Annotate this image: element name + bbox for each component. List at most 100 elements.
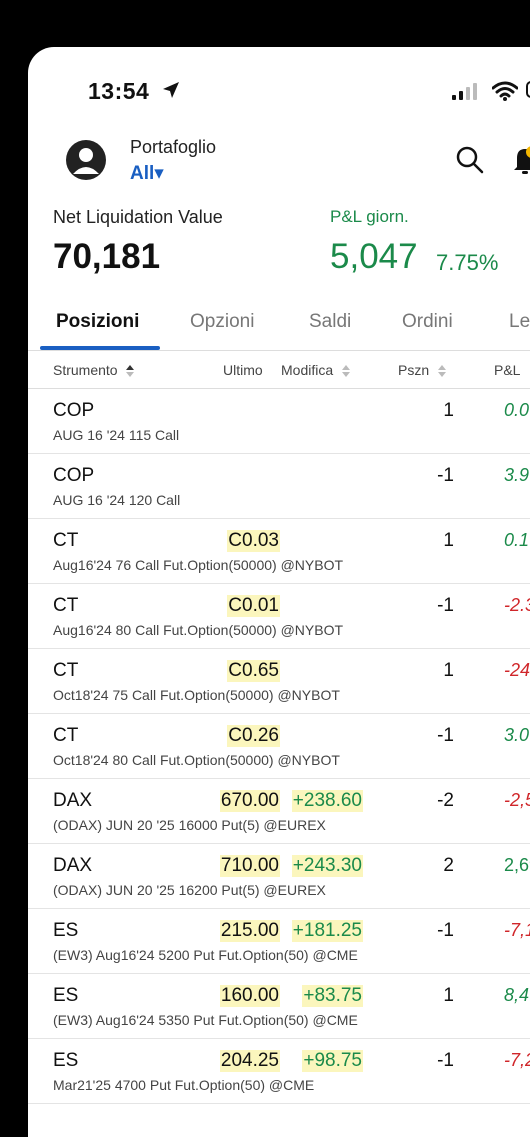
position-quantity: -1 <box>437 465 454 486</box>
positions-list: COP AUG 16 '24 115 Call 1 0.0 COP AUG 16 '24 … <box>28 389 530 1104</box>
position-quantity: -1 <box>437 725 454 746</box>
position-description: Aug16'24 80 Call Fut.Option(50000) @NYBO… <box>53 622 344 638</box>
position-row[interactable]: ES Mar21'25 4700 Put Fut.Option(50) @CME -… <box>28 1039 530 1104</box>
position-pnl: 8,46 <box>504 985 530 1005</box>
position-symbol: CT <box>53 725 79 746</box>
status-bar: 13:54 <box>28 47 530 135</box>
position-last-price: 710.00 <box>219 855 280 877</box>
column-instrument-label: Strumento <box>53 362 118 378</box>
position-symbol: COP <box>53 465 95 486</box>
status-time: 13:54 <box>88 78 150 104</box>
tab-orders[interactable]: Ordini <box>402 311 453 333</box>
position-symbol: ES <box>53 1050 79 1071</box>
column-pnl[interactable]: P&L <box>494 362 520 378</box>
position-row[interactable]: CT Oct18'24 80 Call Fut.Option(50000) @NY… <box>28 714 530 779</box>
column-position[interactable]: Pszn <box>398 362 447 378</box>
column-last[interactable]: Ultimo <box>223 362 263 378</box>
position-pnl: -7,18 <box>504 920 530 940</box>
position-quantity: 1 <box>443 400 454 421</box>
sort-icon <box>438 365 447 378</box>
position-symbol: ES <box>53 985 79 1006</box>
position-last-price: C0.03 <box>227 530 280 552</box>
position-pnl: 0.0 <box>504 400 530 420</box>
position-last-price: C0.01 <box>227 595 280 617</box>
portfolio-label: Portafoglio <box>130 137 217 157</box>
tab-balances[interactable]: Saldi <box>309 311 351 333</box>
position-last-price: 204.25 <box>219 1050 280 1072</box>
app-screen: 13:54 Portafoglio All▾ Net Liquidation V… <box>28 47 530 1137</box>
portfolio-dropdown[interactable]: All▾ <box>130 162 164 185</box>
daily-pnl-value: 5,047 <box>330 237 418 276</box>
position-row[interactable]: ES (EW3) Aug16'24 5350 Put Fut.Option(50)… <box>28 974 530 1039</box>
position-change: +83.75 <box>302 985 363 1007</box>
wifi-icon <box>492 81 518 101</box>
position-last-price: 670.00 <box>219 790 280 812</box>
sort-icon <box>342 365 351 378</box>
position-pnl: -2,58 <box>504 790 530 810</box>
position-pnl: 3.0 <box>504 725 530 745</box>
position-row[interactable]: CT Aug16'24 76 Call Fut.Option(50000) @NY… <box>28 519 530 584</box>
position-pnl: -2.3 <box>504 595 530 615</box>
column-change-label: Modifica <box>281 362 334 378</box>
daily-pnl-percent: 7.75% <box>436 250 499 275</box>
column-instrument[interactable]: Strumento <box>53 362 135 378</box>
sort-asc-icon <box>126 365 135 378</box>
position-change: +238.60 <box>291 790 363 812</box>
position-description: Mar21'25 4700 Put Fut.Option(50) @CME <box>53 1077 315 1093</box>
search-icon[interactable] <box>455 145 485 175</box>
position-symbol: ES <box>53 920 79 941</box>
position-quantity: -1 <box>437 1050 454 1071</box>
position-row[interactable]: DAX (ODAX) JUN 20 '25 16000 Put(5) @EUREX… <box>28 779 530 844</box>
position-symbol: COP <box>53 400 95 421</box>
position-symbol: DAX <box>53 790 93 811</box>
bell-icon[interactable] <box>508 143 530 177</box>
tab-more[interactable]: Le <box>509 311 530 333</box>
position-symbol: CT <box>53 530 79 551</box>
position-row[interactable]: COP AUG 16 '24 120 Call -1 3.9 <box>28 454 530 519</box>
position-description: AUG 16 '24 120 Call <box>53 492 181 508</box>
position-pnl: 3.9 <box>504 465 530 485</box>
position-row[interactable]: DAX (ODAX) JUN 20 '25 16200 Put(5) @EUREX… <box>28 844 530 909</box>
position-description: Oct18'24 80 Call Fut.Option(50000) @NYBO… <box>53 752 340 768</box>
position-last-price: 160.00 <box>219 985 280 1007</box>
active-tab-indicator <box>40 346 160 350</box>
position-quantity: 2 <box>443 855 454 876</box>
column-header-row: Strumento Ultimo Modifica Pszn P&L <box>28 351 530 389</box>
position-last-price: C0.65 <box>227 660 280 682</box>
account-avatar-icon[interactable] <box>66 140 106 180</box>
net-liquidation-value: 70,181 <box>53 237 161 276</box>
daily-pnl-label: P&L giorn. <box>330 207 409 226</box>
position-description: Aug16'24 76 Call Fut.Option(50000) @NYBO… <box>53 557 344 573</box>
position-row[interactable]: CT Oct18'24 75 Call Fut.Option(50000) @NY… <box>28 649 530 714</box>
position-pnl: 2,69 <box>504 855 530 875</box>
position-pnl: -24.2 <box>504 660 530 680</box>
column-position-label: Pszn <box>398 362 430 378</box>
position-change: +243.30 <box>291 855 363 877</box>
position-description: (ODAX) JUN 20 '25 16200 Put(5) @EUREX <box>53 882 326 898</box>
position-quantity: 1 <box>443 660 454 681</box>
position-row[interactable]: CT Aug16'24 80 Call Fut.Option(50000) @NY… <box>28 584 530 649</box>
position-symbol: CT <box>53 660 79 681</box>
net-liquidation-label: Net Liquidation Value <box>53 207 223 227</box>
tab-positions[interactable]: Posizioni <box>56 311 139 333</box>
position-description: (EW3) Aug16'24 5350 Put Fut.Option(50) @… <box>53 1012 358 1028</box>
signal-icon <box>452 83 477 100</box>
tab-bar: Posizioni Opzioni Saldi Ordini Le <box>28 301 530 351</box>
tab-options[interactable]: Opzioni <box>190 311 254 333</box>
position-description: (EW3) Aug16'24 5200 Put Fut.Option(50) @… <box>53 947 358 963</box>
column-change[interactable]: Modifica <box>281 362 351 378</box>
position-description: AUG 16 '24 115 Call <box>53 427 180 443</box>
position-row[interactable]: COP AUG 16 '24 115 Call 1 0.0 <box>28 389 530 454</box>
position-change: +98.75 <box>302 1050 363 1072</box>
position-quantity: 1 <box>443 530 454 551</box>
position-symbol: CT <box>53 595 79 616</box>
position-pnl: 0.1 <box>504 530 530 550</box>
position-description: (ODAX) JUN 20 '25 16000 Put(5) @EUREX <box>53 817 326 833</box>
position-description: Oct18'24 75 Call Fut.Option(50000) @NYBO… <box>53 687 340 703</box>
position-quantity: -1 <box>437 595 454 616</box>
position-last-price: 215.00 <box>219 920 280 942</box>
position-change: +181.25 <box>291 920 363 942</box>
battery-icon <box>526 81 530 98</box>
position-row[interactable]: ES (EW3) Aug16'24 5200 Put Fut.Option(50)… <box>28 909 530 974</box>
location-arrow-icon <box>163 82 179 98</box>
